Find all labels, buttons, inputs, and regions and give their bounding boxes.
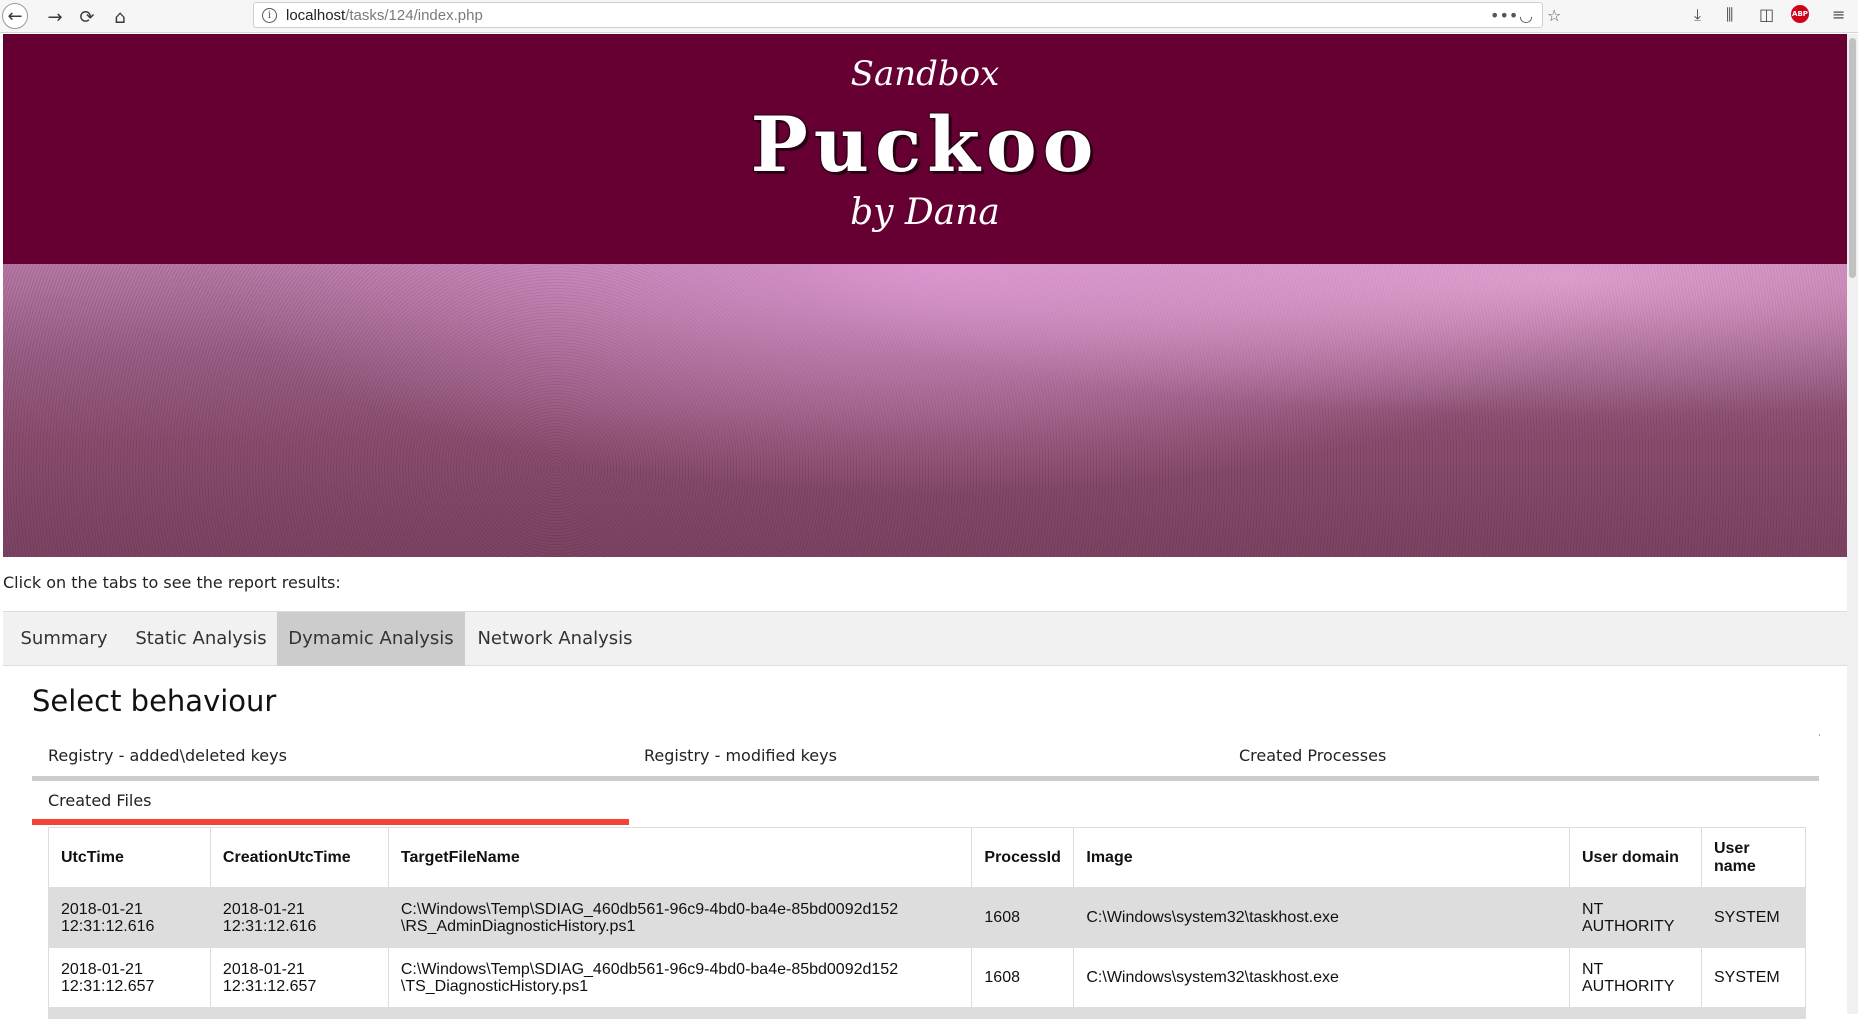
forward-icon[interactable]: → (42, 4, 68, 30)
library-icon[interactable]: ⫼ (1726, 5, 1733, 25)
cell-creationutctime: 2018-01-21 12:31:12.657 (209, 947, 389, 1008)
table-row: 2018-01-21 12:31:12.657 2018-01-21 12:31:1… (48, 947, 1807, 1008)
cell-processid: 1608 (971, 947, 1075, 1008)
col-header-user-name: User name (1700, 827, 1807, 888)
intro-text: Click on the tabs to see the report resu… (3, 573, 341, 592)
cell-user-name: SYSTEM (1700, 947, 1807, 1008)
report-tabbar: Summary Static Analysis Dymamic Analysis… (3, 611, 1847, 666)
cell-creationutctime: 2018-01-21 12:31:12.616 (209, 887, 389, 948)
table-row: 2018-01-21 12:31:12.616 2018-01-21 12:31:1… (48, 887, 1807, 948)
created-files-table: UtcTime CreationUtcTime TargetFileName P… (48, 827, 1807, 1019)
table-row-partial (48, 1007, 1807, 1019)
tab-dynamic-analysis[interactable]: Dymamic Analysis (277, 612, 465, 666)
browser-toolbar: ← → ⟳ ⌂ i localhost/tasks/124/index.php … (0, 0, 1858, 33)
reload-icon[interactable]: ⟳ (74, 4, 100, 30)
scrollbar-thumb[interactable] (1849, 38, 1856, 278)
tab-summary[interactable]: Summary (3, 612, 125, 666)
adblock-icon[interactable]: ABP (1791, 5, 1809, 23)
cell-user-domain: NT AUTHORITY (1569, 887, 1702, 948)
info-icon[interactable]: i (262, 8, 277, 23)
behaviour-created-processes[interactable]: Created Processes (1239, 746, 1386, 765)
banner-subtitle-bottom: by Dana (850, 192, 1000, 233)
tab-static-analysis[interactable]: Static Analysis (125, 612, 277, 666)
download-icon[interactable]: ⤓ (1694, 5, 1701, 25)
bookmark-star-icon[interactable]: ☆ (1547, 6, 1561, 25)
col-header-creationutctime: CreationUtcTime (209, 827, 389, 888)
cell-image: C:\Windows\system32\taskhost.exe (1073, 887, 1570, 948)
table-header-row: UtcTime CreationUtcTime TargetFileName P… (48, 827, 1807, 888)
page-scrollbar[interactable] (1847, 34, 1858, 1014)
behaviour-created-files[interactable]: Created Files (48, 791, 152, 810)
col-header-processid: ProcessId (971, 827, 1075, 888)
url-text: localhost/tasks/124/index.php (286, 7, 483, 24)
banner-subtitle-top: Sandbox (850, 54, 1000, 94)
more-icon[interactable]: ••• (1490, 6, 1518, 25)
section-title: Select behaviour (32, 684, 277, 718)
col-header-image: Image (1073, 827, 1570, 888)
col-header-user-domain: User domain (1569, 827, 1702, 888)
cell-utctime: 2018-01-21 12:31:12.616 (48, 887, 211, 948)
back-icon[interactable]: ← (2, 3, 28, 29)
dynamic-analysis-panel: Select behaviour ˙ Registry - added\dele… (3, 666, 1847, 1019)
behaviour-divider (32, 776, 1819, 781)
home-icon[interactable]: ⌂ (107, 4, 133, 30)
cell-utctime: 2018-01-21 12:31:12.657 (48, 947, 211, 1008)
col-header-targetfilename: TargetFileName (387, 827, 973, 888)
active-behaviour-underline (32, 819, 629, 825)
behaviour-registry-added-deleted[interactable]: Registry - added\deleted keys (48, 746, 287, 765)
site-banner: Sandbox Puckoo by Dana (3, 34, 1847, 264)
cell-targetfilename: C:\Windows\Temp\SDIAG_460db561-96c9-4bd0… (387, 887, 973, 948)
sidebar-icon[interactable]: ◫ (1759, 5, 1774, 24)
hero-sand-image (3, 264, 1847, 557)
cell-user-domain: NT AUTHORITY (1569, 947, 1702, 1008)
banner-title: Puckoo (750, 100, 1100, 189)
cell-user-name: SYSTEM (1700, 887, 1807, 948)
behaviour-registry-modified[interactable]: Registry - modified keys (644, 746, 837, 765)
col-header-utctime: UtcTime (48, 827, 211, 888)
cell-targetfilename: C:\Windows\Temp\SDIAG_460db561-96c9-4bd0… (387, 947, 973, 1008)
corner-mark: ˙ (1817, 734, 1822, 745)
menu-icon[interactable]: ≡ (1832, 5, 1845, 24)
url-bar[interactable]: i localhost/tasks/124/index.php ••• ◡ ☆ (253, 2, 1561, 28)
cell-processid: 1608 (971, 887, 1075, 948)
cell-image: C:\Windows\system32\taskhost.exe (1073, 947, 1570, 1008)
tab-network-analysis[interactable]: Network Analysis (465, 612, 645, 666)
pocket-icon[interactable]: ◡ (1519, 6, 1533, 25)
